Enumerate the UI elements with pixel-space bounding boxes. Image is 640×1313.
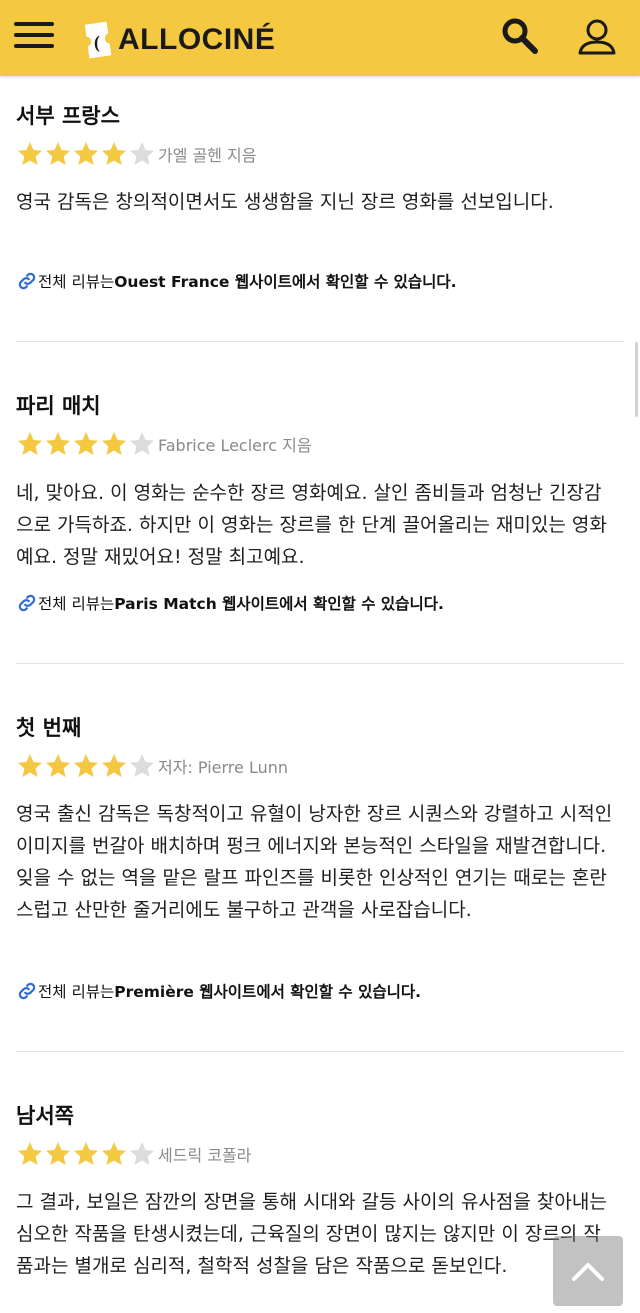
- star-filled-icon: [18, 142, 42, 165]
- full-review-link[interactable]: 전체 리뷰는 Paris Match 웹사이트에서 확인할 수 있습니다.: [16, 592, 444, 614]
- star-filled-icon: [18, 754, 42, 777]
- link-prefix: 전체 리뷰는: [38, 595, 115, 613]
- star-filled-icon: [74, 142, 98, 165]
- star-filled-icon: [46, 142, 70, 165]
- star-filled-icon: [102, 432, 126, 455]
- back-to-top-button[interactable]: [553, 1236, 623, 1306]
- star-rating: [16, 140, 156, 168]
- review-author: Fabrice Leclerc 지음: [158, 436, 312, 455]
- star-filled-icon: [102, 754, 126, 777]
- star-filled-icon: [18, 432, 42, 455]
- link-icon: [18, 272, 36, 290]
- allocine-logo[interactable]: ( ALLOCINÉ: [84, 20, 275, 60]
- top-header: ( ALLOCINÉ: [0, 0, 640, 76]
- scrollbar[interactable]: [635, 342, 638, 417]
- review-author: 가엘 골헨 지음: [158, 146, 257, 165]
- star-empty-icon: [130, 754, 154, 777]
- divider: [16, 341, 624, 342]
- review-rating: 세드릭 코폴라: [16, 1140, 251, 1168]
- star-empty-icon: [130, 1142, 154, 1165]
- star-rating: [16, 752, 156, 780]
- review-title: 남서쪽: [16, 1104, 74, 1128]
- review-text: 영국 감독은 창의적이면서도 생생함을 지닌 장르 영화를 선보입니다.: [16, 191, 554, 213]
- star-filled-icon: [74, 1142, 98, 1165]
- star-filled-icon: [46, 1142, 70, 1165]
- review-rating: 저자: Pierre Lunn: [16, 752, 288, 780]
- star-filled-icon: [74, 754, 98, 777]
- search-icon[interactable]: [500, 16, 540, 56]
- divider: [16, 1051, 624, 1052]
- review-text: 그 결과, 보일은 잠깐의 장면을 통해 시대와 갈등 사이의 유사점을 찾아내…: [16, 1191, 607, 1277]
- link-source: Paris Match 웹사이트에서 확인할 수 있습니다.: [114, 595, 444, 613]
- star-filled-icon: [74, 432, 98, 455]
- review-author: 저자: Pierre Lunn: [158, 758, 289, 777]
- divider: [16, 663, 624, 664]
- review-title: 첫 번째: [16, 716, 82, 740]
- link-prefix: 전체 리뷰는: [38, 983, 115, 1001]
- star-rating: [16, 1140, 156, 1168]
- chevron-up-icon: [572, 1263, 604, 1281]
- full-review-link[interactable]: 전체 리뷰는 Ouest France 웹사이트에서 확인할 수 있습니다.: [16, 270, 457, 292]
- review-title: 서부 프랑스: [16, 104, 120, 128]
- full-review-link[interactable]: 전체 리뷰는 Première 웹사이트에서 확인할 수 있습니다.: [16, 980, 421, 1002]
- star-filled-icon: [102, 1142, 126, 1165]
- review-text: 영국 출신 감독은 독창적이고 유혈이 낭자한 장르 시퀀스와 강렬하고 시적인…: [16, 803, 613, 921]
- star-empty-icon: [130, 432, 154, 455]
- review-rating: 가엘 골헨 지음: [16, 140, 257, 168]
- review-text: 네, 맞아요. 이 영화는 순수한 장르 영화예요. 살인 좀비들과 엄청난 긴…: [16, 482, 607, 568]
- review-title: 파리 매치: [16, 394, 101, 418]
- user-icon[interactable]: [576, 16, 618, 58]
- logo-text: ALLOCINÉ: [118, 23, 276, 56]
- star-filled-icon: [18, 1142, 42, 1165]
- ticket-logo-icon: (: [84, 21, 112, 59]
- link-prefix: 전체 리뷰는: [38, 273, 115, 291]
- link-icon: [18, 982, 36, 1000]
- star-rating: [16, 430, 156, 458]
- menu-icon[interactable]: [14, 22, 54, 52]
- star-filled-icon: [46, 432, 70, 455]
- star-filled-icon: [102, 142, 126, 165]
- link-icon: [18, 594, 36, 612]
- link-source: Première 웹사이트에서 확인할 수 있습니다.: [114, 983, 421, 1001]
- star-filled-icon: [46, 754, 70, 777]
- star-empty-icon: [130, 142, 154, 165]
- link-source: Ouest France 웹사이트에서 확인할 수 있습니다.: [114, 273, 457, 291]
- svg-text:(: (: [94, 32, 100, 53]
- review-author: 세드릭 코폴라: [158, 1146, 252, 1165]
- review-rating: Fabrice Leclerc 지음: [16, 430, 312, 458]
